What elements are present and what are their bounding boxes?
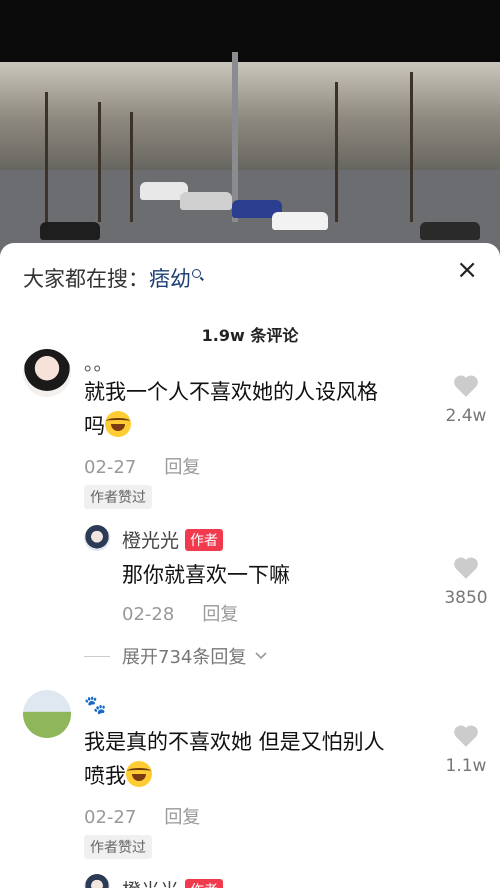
author-tag: 作者 <box>185 529 224 551</box>
reply-button[interactable]: 回复 <box>164 807 200 828</box>
reply-text: 那你就喜欢一下嘛 <box>122 563 290 587</box>
comment-date: 02-27 <box>84 807 137 828</box>
comment-meta: 02-27 回复 <box>84 803 200 829</box>
heart-icon <box>454 725 478 747</box>
avatar[interactable] <box>23 690 71 738</box>
tree-trunk <box>410 72 413 222</box>
hot-search-prefix: 大家都在搜： <box>23 267 149 291</box>
reply-button[interactable]: 回复 <box>202 604 238 625</box>
chevron-down-icon <box>255 652 267 660</box>
like-count: 2.4w <box>445 406 487 426</box>
comment-sheet: 大家都在搜：痞幼 × 1.9w 条评论 。。 就我一个人不喜欢她的人设风格 吗 … <box>0 243 500 888</box>
tree-trunk <box>45 92 48 222</box>
expand-replies[interactable]: 展开734条回复 <box>84 643 268 669</box>
reply-date: 02-28 <box>122 604 175 625</box>
close-button[interactable]: × <box>456 257 478 283</box>
like-count: 1.1w <box>445 756 487 776</box>
avatar[interactable] <box>84 874 110 888</box>
reply-button[interactable]: 回复 <box>164 457 200 478</box>
video-preview[interactable] <box>0 0 500 262</box>
car <box>272 212 328 230</box>
like-count: 3850 <box>444 588 488 608</box>
reply-author[interactable]: 橙光光作者 <box>122 526 224 553</box>
hot-search-keyword[interactable]: 痞幼 <box>149 267 191 291</box>
car <box>180 192 232 210</box>
comment-text-line: 我是真的不喜欢她 但是又怕别人 <box>84 730 385 754</box>
reply-author-name: 橙光光 <box>122 880 179 888</box>
like-button[interactable]: 1.1w <box>436 724 496 776</box>
laughing-crying-emoji-icon <box>126 761 152 787</box>
laughing-crying-emoji-icon <box>105 411 131 437</box>
divider <box>84 656 110 657</box>
avatar[interactable] <box>23 349 71 397</box>
comment-meta: 02-27 回复 <box>84 453 200 479</box>
tree-trunk <box>335 82 338 222</box>
like-button[interactable]: 2.4w <box>436 374 496 426</box>
tree-trunk <box>98 102 101 222</box>
author-liked-badge: 作者赞过 <box>84 485 152 509</box>
avatar[interactable] <box>84 525 110 551</box>
like-button[interactable]: 3850 <box>436 556 496 608</box>
paw-print-icon[interactable]: 🐾 <box>84 695 106 716</box>
tree-trunk <box>130 112 133 222</box>
comment-text-line: 喷我 <box>84 764 126 788</box>
hot-search-row[interactable]: 大家都在搜：痞幼 <box>23 263 201 293</box>
reply-author[interactable]: 橙光光作者 <box>122 876 224 888</box>
comment-text-line: 吗 <box>84 414 105 438</box>
heart-icon <box>454 557 478 579</box>
top-black-bar <box>0 0 500 62</box>
author-liked-badge: 作者赞过 <box>84 835 152 859</box>
search-icon <box>192 269 201 278</box>
comment-text-line: 就我一个人不喜欢她的人设风格 <box>84 380 378 404</box>
car <box>40 222 100 240</box>
expand-replies-label: 展开734条回复 <box>122 647 247 668</box>
comment-text: 我是真的不喜欢她 但是又怕别人 喷我 <box>84 725 385 793</box>
lamp-pole <box>232 52 238 222</box>
comment-author[interactable]: 。。 <box>84 349 113 376</box>
reply-meta: 02-28 回复 <box>122 600 238 626</box>
author-tag: 作者 <box>185 879 224 888</box>
comment-text: 就我一个人不喜欢她的人设风格 吗 <box>84 375 378 443</box>
comment-count: 1.9w 条评论 <box>201 326 299 345</box>
heart-icon <box>454 375 478 397</box>
comment-date: 02-27 <box>84 457 137 478</box>
reply-author-name: 橙光光 <box>122 530 180 552</box>
car <box>420 222 480 240</box>
